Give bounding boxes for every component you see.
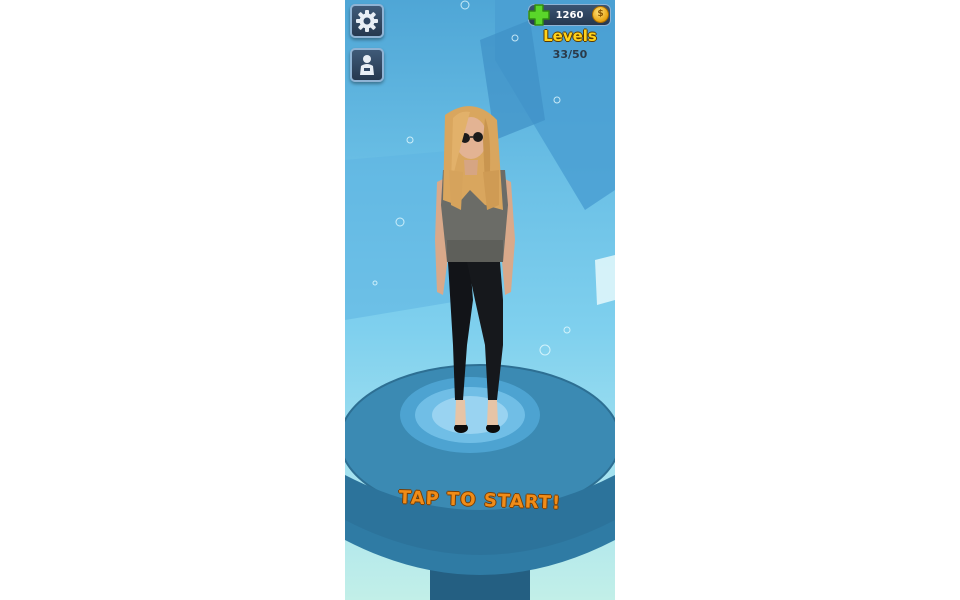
coin-icon: $: [592, 6, 609, 23]
coin-count: 1260: [555, 9, 584, 21]
add-coins-button[interactable]: [527, 3, 551, 27]
settings-button[interactable]: [350, 4, 384, 38]
gear-icon: [356, 10, 378, 32]
level-progress: 33/50: [552, 48, 588, 61]
background-ledge-right: [595, 255, 615, 305]
character-icon: [360, 55, 374, 75]
game-viewport[interactable]: 1260 $ Levels 33/50 TAP TO START!: [345, 0, 615, 600]
spawn-glow: [400, 377, 540, 453]
plus-icon: [528, 4, 550, 26]
character-select-button[interactable]: [350, 48, 384, 82]
levels-title: Levels: [543, 27, 597, 45]
